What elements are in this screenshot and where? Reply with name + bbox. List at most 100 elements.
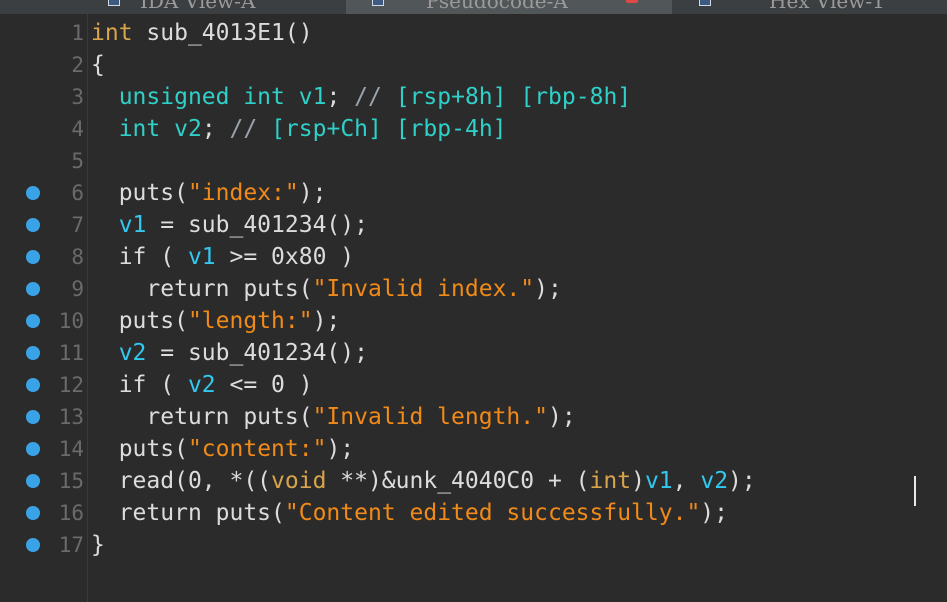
- stack-location: [rbp-4h]: [395, 116, 507, 142]
- variable[interactable]: v1: [299, 84, 327, 110]
- line-number: 14: [58, 437, 84, 461]
- code-text[interactable]: v2 = sub_401234();: [91, 340, 368, 366]
- pseudocode-editor[interactable]: 1 int sub_4013E1() 2 { 3 unsigned int v1…: [0, 14, 947, 602]
- breakpoint-icon[interactable]: [26, 410, 40, 424]
- code-line[interactable]: 2 {: [0, 49, 947, 81]
- breakpoint-icon[interactable]: [26, 282, 40, 296]
- function-call[interactable]: puts(: [119, 180, 188, 206]
- variable[interactable]: v1: [119, 212, 147, 238]
- code-line[interactable]: 16 return puts("Content edited successfu…: [0, 497, 947, 529]
- code-text[interactable]: read(0, *((void **)&unk_4040C0 + (int)v1…: [91, 468, 756, 494]
- code-text[interactable]: int sub_4013E1(): [91, 20, 313, 46]
- code-line[interactable]: 11 v2 = sub_401234();: [0, 337, 947, 369]
- breakpoint-icon[interactable]: [26, 250, 40, 264]
- code-text[interactable]: int v2; // [rsp+Ch] [rbp-4h]: [91, 116, 507, 142]
- code-line[interactable]: 1 int sub_4013E1(): [0, 17, 947, 49]
- breakpoint-icon[interactable]: [26, 218, 40, 232]
- code-text[interactable]: if ( v2 <= 0 ): [91, 372, 313, 398]
- line-number: 15: [58, 469, 84, 493]
- expression: >= 0x80 ): [215, 244, 355, 270]
- line-number: 16: [58, 501, 84, 525]
- tab-hex-view-1[interactable]: Hex View-1: [673, 0, 947, 14]
- close-icon[interactable]: [626, 0, 638, 3]
- code-text[interactable]: return puts("Invalid index.");: [91, 276, 561, 302]
- expression: <= 0 ): [215, 372, 313, 398]
- code-line[interactable]: 8 if ( v1 >= 0x80 ): [0, 241, 947, 273]
- code-line[interactable]: 3 unsigned int v1; // [rsp+8h] [rbp-8h]: [0, 81, 947, 113]
- code-line[interactable]: 7 v1 = sub_401234();: [0, 209, 947, 241]
- string-literal: "index:": [187, 180, 299, 206]
- code-text[interactable]: puts("content:");: [91, 436, 354, 462]
- variable[interactable]: v1: [645, 468, 673, 494]
- stack-location: [rbp-8h]: [520, 84, 632, 110]
- code-line[interactable]: 9 return puts("Invalid index.");: [0, 273, 947, 305]
- variable[interactable]: v2: [174, 116, 202, 142]
- code-line[interactable]: 13 return puts("Invalid length.");: [0, 401, 947, 433]
- breakpoint-icon[interactable]: [26, 346, 40, 360]
- breakpoint-icon[interactable]: [26, 474, 40, 488]
- variable[interactable]: v1: [188, 244, 216, 270]
- code-text[interactable]: if ( v1 >= 0x80 ): [91, 244, 354, 270]
- return-call[interactable]: return puts(: [146, 276, 312, 302]
- code-text[interactable]: unsigned int v1; // [rsp+8h] [rbp-8h]: [91, 84, 631, 110]
- string-literal: "Invalid index.": [312, 276, 535, 302]
- tab-ida-view-a[interactable]: IDA View-A: [0, 0, 345, 14]
- string-literal: "content:": [187, 436, 327, 462]
- code-line[interactable]: 17 }: [0, 529, 947, 561]
- code-line[interactable]: 10 puts("length:");: [0, 305, 947, 337]
- breakpoint-icon[interactable]: [26, 506, 40, 520]
- string-literal: "length:": [187, 308, 313, 334]
- function-name[interactable]: sub_4013E1: [146, 20, 284, 46]
- punctuation: (): [284, 20, 313, 46]
- tab-label: Hex View-1: [769, 0, 885, 13]
- function-call[interactable]: puts(: [119, 436, 188, 462]
- stack-location: [rsp+Ch]: [271, 116, 382, 142]
- return-call[interactable]: return puts(: [119, 500, 285, 526]
- code-line[interactable]: 15 read(0, *((void **)&unk_4040C0 + (int…: [0, 465, 947, 497]
- code-text[interactable]: {: [91, 52, 105, 78]
- code-text[interactable]: }: [91, 532, 105, 558]
- brace: }: [91, 532, 105, 558]
- code-text[interactable]: puts("index:");: [91, 180, 327, 206]
- line-number: 1: [71, 21, 84, 45]
- keyword: int: [91, 20, 133, 46]
- variable[interactable]: v2: [119, 340, 147, 366]
- code-text[interactable]: return puts("Invalid length.");: [91, 404, 576, 430]
- breakpoint-icon[interactable]: [26, 538, 40, 552]
- code-text[interactable]: return puts("Content edited successfully…: [91, 500, 728, 526]
- breakpoint-icon[interactable]: [26, 442, 40, 456]
- breakpoint-icon[interactable]: [26, 186, 40, 200]
- code-line[interactable]: 5: [0, 145, 947, 177]
- punctuation: );: [326, 436, 355, 462]
- tab-bar: IDA View-A Pseudocode-A Hex View-1: [0, 0, 947, 14]
- code-text[interactable]: v1 = sub_401234();: [91, 212, 368, 238]
- variable[interactable]: v2: [700, 468, 728, 494]
- code-line[interactable]: 14 puts("content:");: [0, 433, 947, 465]
- punctuation: );: [547, 404, 576, 430]
- line-number: 9: [71, 277, 84, 301]
- line-number: 3: [71, 85, 84, 109]
- code-line[interactable]: 6 puts("index:");: [0, 177, 947, 209]
- breakpoint-icon[interactable]: [26, 314, 40, 328]
- tab-label: IDA View-A: [140, 0, 256, 13]
- breakpoint-icon[interactable]: [26, 378, 40, 392]
- code-line[interactable]: 4 int v2; // [rsp+Ch] [rbp-4h]: [0, 113, 947, 145]
- line-number: 5: [71, 149, 84, 173]
- code-line[interactable]: 12 if ( v2 <= 0 ): [0, 369, 947, 401]
- punctuation: );: [728, 468, 756, 494]
- stack-location: [rsp+8h]: [395, 84, 507, 110]
- code-text[interactable]: puts("length:");: [91, 308, 341, 334]
- text-caret: [914, 476, 916, 506]
- variable[interactable]: v2: [188, 372, 216, 398]
- expression: = sub_401234();: [146, 212, 368, 238]
- punctuation: ): [631, 468, 645, 494]
- type: unsigned int: [118, 84, 285, 110]
- function-call[interactable]: puts(: [119, 308, 188, 334]
- keyword-if: if (: [118, 372, 188, 398]
- graph-view-icon: [108, 0, 120, 6]
- return-call[interactable]: return puts(: [146, 404, 312, 430]
- expression: **)&unk_4040C0 + (: [326, 468, 590, 494]
- function-call[interactable]: read(0, *((: [119, 468, 271, 494]
- expression: = sub_401234();: [146, 340, 368, 366]
- tab-pseudocode-a[interactable]: Pseudocode-A: [346, 0, 672, 14]
